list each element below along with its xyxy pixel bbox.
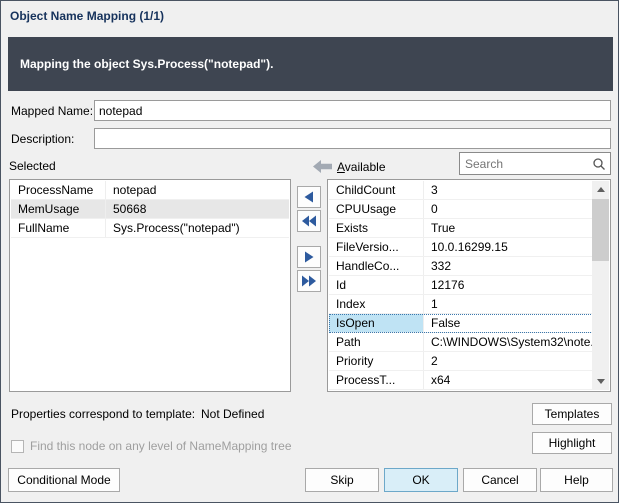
property-row[interactable]: ExistsTrue [329, 219, 593, 238]
property-name: ProcessName [11, 181, 106, 199]
move-all-left-button[interactable] [297, 210, 321, 232]
available-rows: ChildCount3CPUUsage0ExistsTrueFileVersio… [329, 181, 593, 390]
property-name: MemUsage [11, 200, 106, 218]
property-value: 0 [424, 200, 593, 218]
property-value: 1 [424, 295, 593, 313]
window-title: Object Name Mapping (1/1) [10, 9, 164, 23]
double-left-arrow-icon [301, 213, 317, 229]
down-triangle-icon [597, 379, 605, 384]
property-row[interactable]: Index1 [329, 295, 593, 314]
property-row[interactable]: ProcessNamenotepad [11, 181, 289, 200]
up-triangle-icon [597, 187, 605, 192]
help-button[interactable]: Help [540, 468, 613, 492]
property-name: CPUUsage [329, 200, 424, 218]
description-label: Description: [11, 132, 74, 146]
move-left-button[interactable] [297, 186, 321, 208]
property-value: 12176 [424, 276, 593, 294]
banner: Mapping the object Sys.Process("notepad"… [8, 37, 613, 91]
property-row[interactable]: FileVersio...10.0.16299.15 [329, 238, 593, 257]
property-value: False [424, 314, 593, 332]
property-value: C:\WINDOWS\System32\note... [424, 333, 593, 351]
move-right-button[interactable] [297, 246, 321, 268]
single-right-arrow-icon [301, 249, 317, 265]
move-all-right-button[interactable] [297, 270, 321, 292]
property-value: 332 [424, 257, 593, 275]
property-name: Index [329, 295, 424, 313]
property-value: Sys.Process("notepad") [106, 219, 289, 237]
property-row[interactable]: Id12176 [329, 276, 593, 295]
property-name: ProcessT... [329, 371, 424, 389]
scrollbar-thumb[interactable] [592, 199, 609, 261]
property-row[interactable]: FullNameSys.Process("notepad") [11, 219, 289, 238]
conditional-mode-button[interactable]: Conditional Mode [8, 468, 120, 492]
property-row[interactable]: ChildCount3 [329, 181, 593, 200]
property-value: notepad [106, 181, 289, 199]
search-box [459, 152, 611, 175]
property-row[interactable]: IsOpenFalse [329, 314, 593, 333]
mapped-name-label: Mapped Name: [11, 104, 93, 118]
property-name: FullName [11, 219, 106, 237]
banner-text: Mapping the object Sys.Process("notepad"… [20, 57, 273, 71]
property-row[interactable]: ProcessT...x64 [329, 371, 593, 390]
cancel-button[interactable]: Cancel [463, 468, 537, 492]
mapped-name-input[interactable] [94, 100, 611, 121]
scrollbar[interactable] [592, 181, 609, 390]
property-name: Priority [329, 352, 424, 370]
property-value: 2 [424, 352, 593, 370]
scroll-up-button[interactable] [592, 181, 609, 198]
available-list-label: Available [337, 160, 386, 174]
selected-properties-list: ProcessNamenotepadMemUsage50668FullNameS… [9, 179, 291, 392]
ok-button[interactable]: OK [384, 468, 458, 492]
property-row[interactable]: CPUUsage0 [329, 200, 593, 219]
find-node-label: Find this node on any level of NameMappi… [30, 439, 292, 453]
property-value: x64 [424, 371, 593, 389]
property-row[interactable]: MemUsage50668 [11, 200, 289, 219]
template-correspond-label: Properties correspond to template: [11, 407, 195, 421]
template-value: Not Defined [201, 407, 264, 421]
property-value: True [424, 219, 593, 237]
property-row[interactable]: HandleCo...332 [329, 257, 593, 276]
property-name: Id [329, 276, 424, 294]
property-name: HandleCo... [329, 257, 424, 275]
skip-button[interactable]: Skip [305, 468, 379, 492]
object-name-mapping-dialog: Object Name Mapping (1/1) Mapping the ob… [0, 0, 619, 503]
property-value: 3 [424, 181, 593, 199]
property-value: 10.0.16299.15 [424, 238, 593, 256]
double-right-arrow-icon [301, 273, 317, 289]
property-name: IsOpen [329, 314, 424, 332]
search-input[interactable] [460, 153, 592, 174]
single-left-arrow-icon [301, 189, 317, 205]
templates-button[interactable]: Templates [532, 403, 612, 425]
property-name: Exists [329, 219, 424, 237]
available-properties-list: ChildCount3CPUUsage0ExistsTrueFileVersio… [327, 179, 611, 392]
left-arrow-icon [313, 160, 332, 176]
property-row[interactable]: Priority2 [329, 352, 593, 371]
property-name: FileVersio... [329, 238, 424, 256]
selected-rows: ProcessNamenotepadMemUsage50668FullNameS… [11, 181, 289, 238]
property-name: Path [329, 333, 424, 351]
magnifier-icon [592, 157, 606, 171]
property-row[interactable]: PathC:\WINDOWS\System32\note... [329, 333, 593, 352]
scroll-down-button[interactable] [592, 373, 609, 390]
find-node-checkbox[interactable] [11, 440, 24, 453]
property-name: ChildCount [329, 181, 424, 199]
highlight-button[interactable]: Highlight [532, 432, 612, 454]
selected-list-label: Selected [9, 159, 56, 173]
property-value: 50668 [106, 200, 289, 218]
title-bar: Object Name Mapping (1/1) [1, 1, 618, 30]
description-input[interactable] [94, 128, 611, 149]
